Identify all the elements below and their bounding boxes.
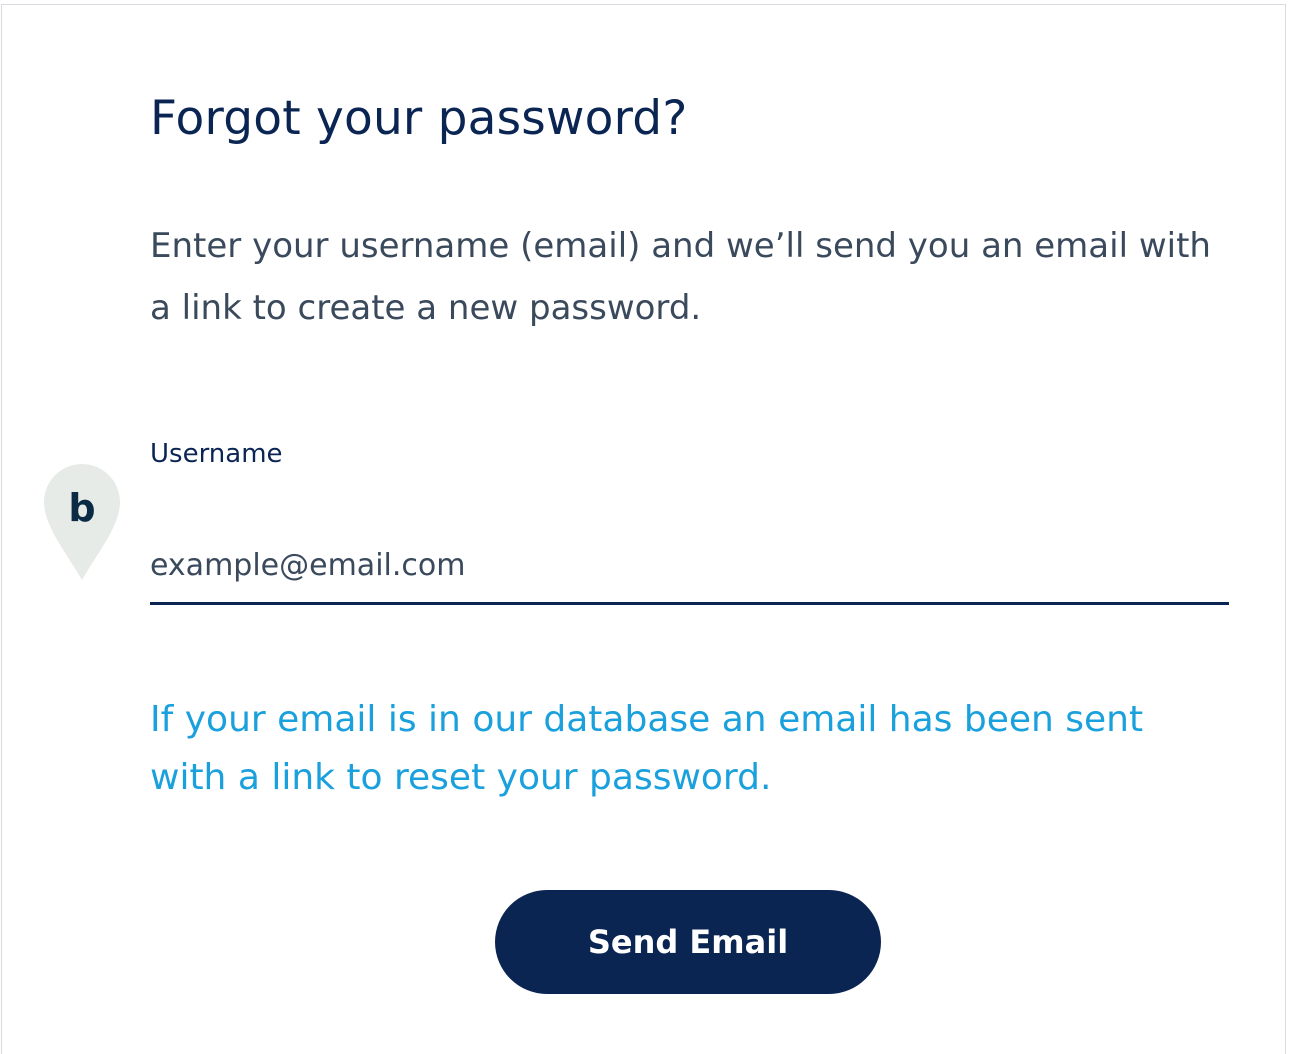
send-email-button[interactable]: Send Email [495, 890, 881, 994]
instructions-text: Enter your username (email) and we’ll se… [150, 226, 1211, 328]
username-label: Username [150, 439, 283, 469]
confirmation-message: If your email is in our database an emai… [150, 699, 1144, 798]
page-title: Forgot your password? [150, 91, 688, 146]
username-input[interactable] [150, 529, 1229, 605]
map-pin-icon: b [44, 464, 120, 580]
forgot-password-card: Forgot your password? Enter your usernam… [1, 4, 1286, 1054]
marker-letter: b [68, 486, 96, 530]
